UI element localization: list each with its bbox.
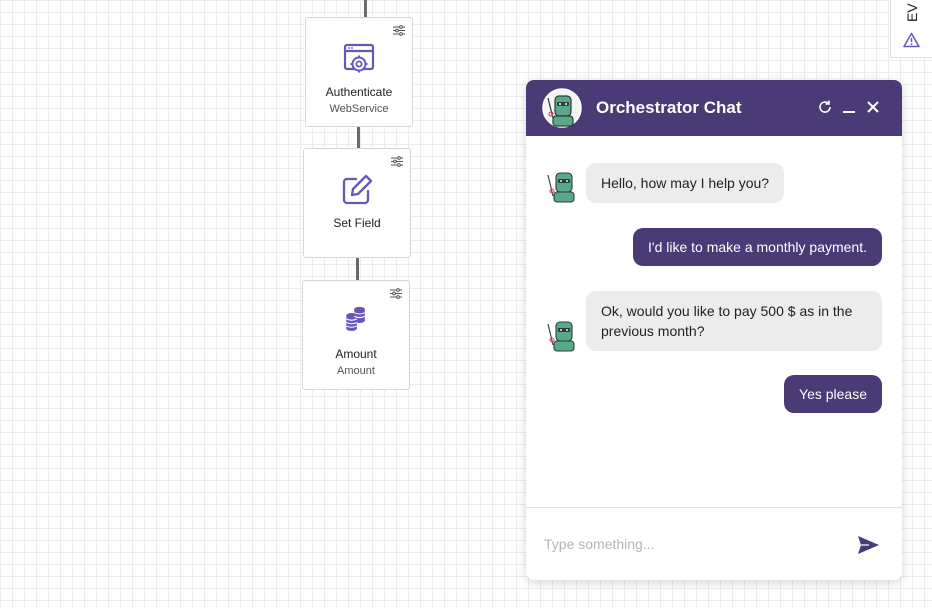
refresh-icon[interactable]	[817, 99, 833, 115]
web-service-gear-icon	[343, 43, 375, 73]
bot-message: Ok, would you like to pay 500 $ as in th…	[586, 291, 882, 351]
sliders-icon[interactable]	[390, 288, 402, 299]
edit-icon	[342, 174, 373, 205]
workflow-node-authenticate[interactable]: Authenticate WebService	[305, 17, 413, 127]
chat-input-area	[526, 507, 902, 580]
send-icon[interactable]	[856, 534, 880, 556]
sliders-icon[interactable]	[391, 156, 403, 167]
side-panel-tab[interactable]: EV	[890, 0, 932, 58]
robot-avatar-icon	[542, 88, 582, 128]
chat-window: Orchestrator Chat Hello, how may I help …	[526, 80, 902, 580]
robot-avatar-icon	[547, 321, 575, 352]
warning-icon[interactable]	[903, 32, 920, 48]
workflow-node-set-field[interactable]: Set Field	[303, 148, 411, 258]
workflow-node-amount[interactable]: Amount Amount	[302, 280, 410, 390]
node-title: Authenticate	[325, 85, 393, 99]
node-subtitle: Amount	[337, 365, 375, 377]
node-title: Amount	[335, 347, 377, 361]
connector-1	[357, 126, 360, 148]
user-message: Yes please	[784, 375, 882, 413]
robot-avatar-icon	[547, 172, 575, 203]
close-icon[interactable]	[865, 99, 881, 115]
minimize-icon[interactable]	[841, 99, 857, 115]
connector-2	[356, 257, 359, 281]
node-subtitle: WebService	[329, 103, 389, 115]
bot-message: Hello, how may I help you?	[586, 163, 785, 203]
coins-stack-icon	[346, 306, 366, 331]
node-title: Set Field	[333, 216, 381, 230]
side-panel-label: EV	[904, 3, 920, 22]
chat-message-input[interactable]	[544, 526, 844, 562]
chat-header: Orchestrator Chat	[526, 80, 902, 136]
sliders-icon[interactable]	[393, 25, 405, 36]
connector-top	[364, 0, 367, 17]
user-message: I'd like to make a monthly payment.	[633, 228, 882, 266]
chat-title: Orchestrator Chat	[596, 98, 742, 117]
